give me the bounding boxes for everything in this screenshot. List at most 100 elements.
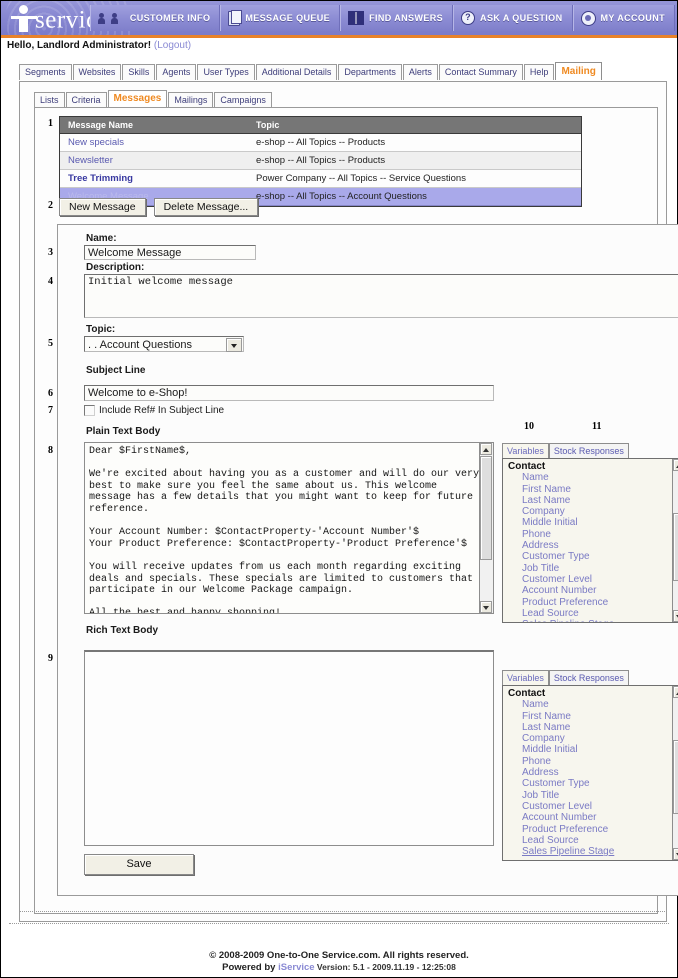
variable-item[interactable]: Product Preference	[508, 824, 678, 835]
scroll-up-icon[interactable]	[673, 686, 678, 698]
tab-agents[interactable]: Agents	[156, 64, 197, 80]
variable-item[interactable]: Account Number	[508, 812, 678, 823]
divider-lower	[9, 923, 669, 925]
tab-alerts[interactable]: Alerts	[402, 64, 438, 80]
variable-item[interactable]: Customer Level	[508, 801, 678, 812]
delete-message-button[interactable]: Delete Message...	[153, 198, 259, 216]
variable-item[interactable]: Customer Type	[508, 778, 678, 789]
variable-item[interactable]: Middle Initial	[508, 517, 678, 528]
variable-item[interactable]: Company	[508, 506, 678, 517]
nav-message-queue[interactable]: MESSAGE QUEUE	[220, 5, 341, 31]
subject-line-input[interactable]: Welcome to e-Shop!	[84, 385, 494, 401]
variables-scrollbar[interactable]	[672, 459, 678, 622]
rich-text-body-editor[interactable]	[84, 650, 494, 846]
tab-mailing[interactable]: Mailing	[555, 62, 602, 80]
column-header-topic[interactable]: Topic	[248, 117, 581, 134]
variable-item[interactable]: Last Name	[508, 722, 678, 733]
tab-stock-responses[interactable]: Stock Responses	[548, 443, 629, 458]
tab-criteria[interactable]: Criteria	[65, 92, 107, 107]
variable-item[interactable]: Last Name	[508, 495, 678, 506]
cell-topic: e-shop -- All Topics -- Products	[248, 151, 581, 170]
nav-customer-info[interactable]: CUSTOMER INFO	[89, 5, 221, 31]
tab-campaigns[interactable]: Campaigns	[214, 92, 272, 107]
topic-select[interactable]: . . Account Questions	[84, 336, 244, 352]
variable-item[interactable]: Name	[508, 472, 678, 483]
tab-websites[interactable]: Websites	[72, 64, 122, 80]
save-button[interactable]: Save	[84, 854, 194, 875]
powered-by-brand[interactable]: iService	[278, 962, 314, 973]
cell-topic: Power Company -- All Topics -- Service Q…	[248, 169, 581, 188]
chevron-down-icon[interactable]	[226, 338, 242, 352]
variable-item[interactable]: Address	[508, 540, 678, 551]
tab-segments[interactable]: Segments	[19, 64, 72, 80]
tab-messages[interactable]: Messages	[107, 90, 168, 107]
column-header-message-name[interactable]: Message Name	[60, 117, 248, 134]
scroll-down-icon[interactable]	[673, 610, 678, 622]
variable-item[interactable]: Lead Source	[508, 835, 678, 846]
tab-departments[interactable]: Departments	[338, 64, 402, 80]
tab-lists[interactable]: Lists	[34, 92, 65, 107]
variable-item[interactable]: Company	[508, 733, 678, 744]
table-row[interactable]: Newsletter e-shop -- All Topics -- Produ…	[60, 151, 581, 170]
variable-item[interactable]: Job Title	[508, 563, 678, 574]
nav-find-answers[interactable]: FIND ANSWERS	[340, 5, 454, 31]
cell-message-name[interactable]: New specials	[60, 133, 248, 152]
scroll-up-icon[interactable]	[673, 459, 678, 471]
description-label: Description:	[86, 262, 145, 273]
variable-item[interactable]: Account Number	[508, 585, 678, 596]
variable-item[interactable]: Sales Pipeline Stage	[508, 619, 678, 622]
scrollbar-thumb[interactable]	[673, 740, 678, 814]
variable-item[interactable]: First Name	[508, 484, 678, 495]
tab-help[interactable]: Help	[523, 64, 555, 80]
variables-list-rich[interactable]: Contact Name First Name Last Name Compan…	[502, 685, 678, 861]
scroll-down-icon[interactable]	[673, 848, 678, 860]
variable-item[interactable]: Customer Level	[508, 574, 678, 585]
variable-item[interactable]: Address	[508, 767, 678, 778]
plain-text-scrollbar[interactable]	[479, 443, 493, 613]
powered-by-line: Powered by iService Version: 5.1 - 2009.…	[1, 962, 677, 973]
tab-variables[interactable]: Variables	[502, 443, 549, 458]
plain-text-body-textarea[interactable]: Dear $FirstName$, We're excited about ha…	[84, 442, 494, 614]
variable-item[interactable]: Customer Type	[508, 551, 678, 562]
variable-item[interactable]: Phone	[508, 529, 678, 540]
table-row[interactable]: New specials e-shop -- All Topics -- Pro…	[60, 133, 581, 152]
include-ref-checkbox[interactable]	[84, 405, 95, 416]
people-icon-2	[110, 11, 125, 25]
cell-topic: e-shop -- All Topics -- Products	[248, 133, 581, 152]
tab-contact-summary[interactable]: Contact Summary	[438, 64, 523, 80]
variable-item[interactable]: Lead Source	[508, 608, 678, 619]
nav-my-account[interactable]: MY ACCOUNT	[572, 5, 675, 31]
scrollbar-thumb[interactable]	[480, 456, 492, 560]
tab-skills[interactable]: Skills	[122, 64, 156, 80]
tab-additional-details[interactable]: Additional Details	[255, 64, 338, 80]
new-message-button[interactable]: New Message	[59, 198, 146, 216]
table-row[interactable]: Tree Trimming Power Company -- All Topic…	[60, 169, 581, 188]
variables-group-label: Contact	[508, 461, 546, 472]
variable-item[interactable]: Job Title	[508, 790, 678, 801]
tab-stock-responses-rich[interactable]: Stock Responses	[548, 670, 629, 685]
logout-link[interactable]: (Logout)	[154, 40, 191, 51]
description-textarea[interactable]: Initial welcome message	[84, 274, 678, 318]
cell-message-name[interactable]: Tree Trimming	[60, 169, 248, 188]
scroll-down-icon[interactable]	[480, 601, 492, 613]
cell-message-name[interactable]: Newsletter	[60, 151, 248, 170]
variable-item[interactable]: Phone	[508, 756, 678, 767]
variables-scrollbar-rich[interactable]	[672, 686, 678, 860]
scroll-up-icon[interactable]	[480, 443, 492, 455]
messages-table: Message Name Topic New specials e-shop -…	[60, 117, 581, 206]
variable-item[interactable]: Name	[508, 699, 678, 710]
variables-list[interactable]: Contact Name First Name Last Name Compan…	[502, 458, 678, 623]
tab-mailings[interactable]: Mailings	[168, 92, 214, 107]
variable-item[interactable]: Sales Pipeline Stage	[508, 846, 678, 857]
tab-variables-rich[interactable]: Variables	[502, 670, 549, 685]
scrollbar-thumb[interactable]	[673, 513, 678, 581]
include-ref-row[interactable]: Include Ref# In Subject Line	[84, 405, 224, 416]
plain-text-body-content: Dear $FirstName$, We're excited about ha…	[89, 446, 480, 614]
tab-user-types[interactable]: User Types	[197, 64, 255, 80]
include-ref-label: Include Ref# In Subject Line	[99, 405, 225, 416]
variable-item[interactable]: First Name	[508, 711, 678, 722]
variable-item[interactable]: Product Preference	[508, 597, 678, 608]
nav-ask-a-question[interactable]: ? ASK A QUESTION	[453, 5, 573, 31]
variable-item[interactable]: Middle Initial	[508, 744, 678, 755]
name-input[interactable]: Welcome Message	[84, 245, 256, 260]
